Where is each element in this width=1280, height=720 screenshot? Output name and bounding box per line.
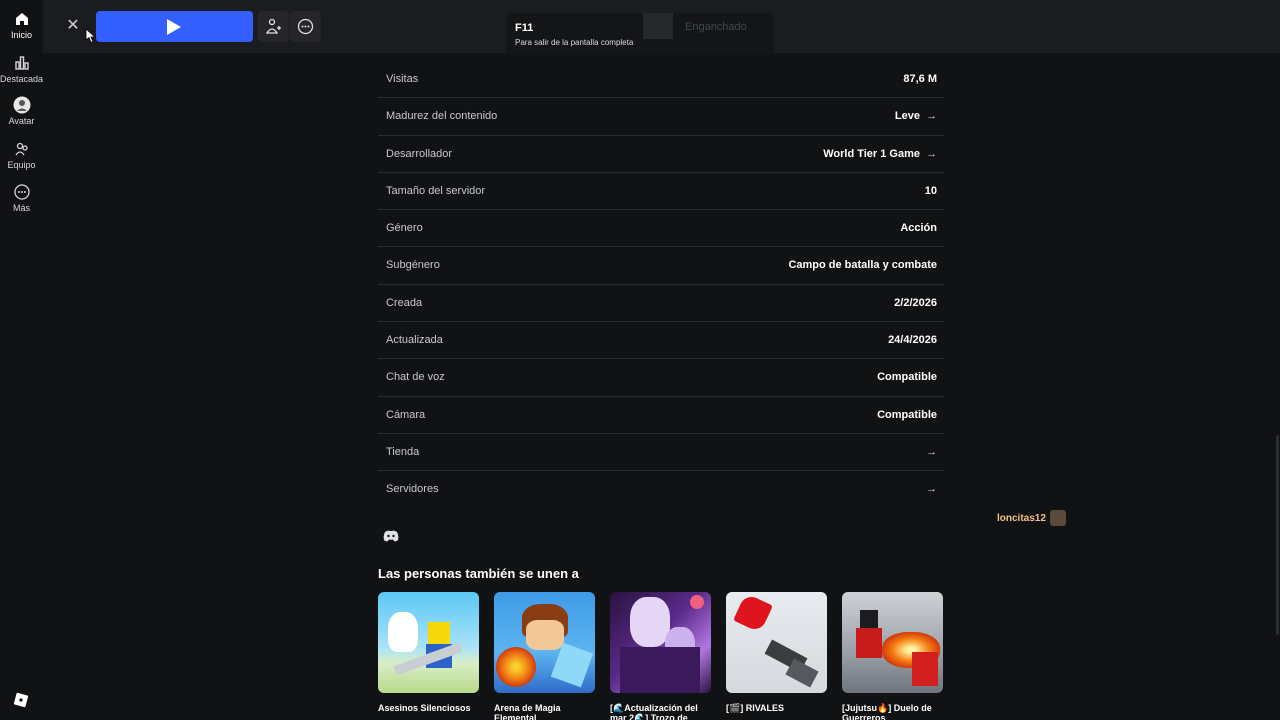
info-label: Tienda [386, 445, 420, 458]
chat-username[interactable]: loncitas12 [997, 513, 1046, 524]
nav-item-avatar[interactable]: Avatar [0, 96, 43, 126]
more-options-button[interactable] [290, 11, 321, 42]
info-row-chat-voz: Chat de voz Compatible [378, 359, 944, 397]
game-title: Asesinos Silenciosos [378, 703, 471, 713]
info-value: Campo de batalla y combate [788, 259, 937, 272]
scrollbar[interactable] [1276, 435, 1279, 635]
game-card[interactable]: Arena de Magia Elemental [494, 592, 595, 720]
info-label: Tamaño del servidor [386, 184, 486, 197]
chart-icon [14, 56, 29, 70]
arrow-right-icon: → [926, 445, 937, 458]
info-value[interactable]: World Tier 1 Game → [823, 148, 937, 160]
info-row-creada: Creada 2/2/2026 [378, 285, 944, 323]
info-row-visitas: Visitas 87,6 M [378, 61, 944, 99]
arrow-right-icon: → [926, 147, 937, 160]
info-row-madurez[interactable]: Madurez del contenido Leve → [378, 98, 944, 136]
info-row-tienda[interactable]: Tienda → [378, 434, 944, 472]
game-thumbnail[interactable] [494, 592, 595, 693]
game-thumbnail[interactable] [842, 592, 943, 693]
info-label: Género [386, 222, 423, 235]
discord-icon[interactable] [383, 530, 399, 542]
avatar-icon [13, 96, 30, 114]
info-row-servidores[interactable]: Servidores → [378, 471, 944, 508]
game-title: [🎬] RIVALES [726, 703, 785, 713]
info-label: Desarrollador [386, 147, 453, 160]
more-icon [13, 184, 30, 200]
nav-item-mas[interactable]: Más [0, 183, 43, 213]
nav-item-label: Más [12, 203, 30, 213]
nav-item-label: Equipo [7, 160, 36, 170]
play-icon [167, 19, 181, 35]
nav-item-destacadas[interactable]: Destacadas [0, 54, 43, 84]
game-thumbnail[interactable] [378, 592, 479, 693]
recommendations-title: Las personas también se unen a [378, 566, 579, 581]
info-label: Visitas [386, 73, 419, 85]
game-card[interactable]: [🎬] RIVALES [726, 592, 827, 720]
info-row-desarrollador[interactable]: Desarrollador World Tier 1 Game → [378, 136, 944, 173]
game-title: [Jujutsu🔥] Duelo de Guerreros [842, 703, 932, 720]
info-value: 2/2/2026 [894, 296, 937, 309]
mouse-cursor-icon [85, 28, 96, 44]
tooltip-key: F11 [515, 22, 534, 34]
info-label: Creada [386, 296, 423, 309]
game-thumbnail [643, 13, 673, 39]
info-label: Cámara [386, 408, 426, 421]
close-icon[interactable]: ✕ [64, 17, 82, 35]
nav-item-label: Avatar [8, 116, 35, 126]
game-card[interactable]: Asesinos Silenciosos [378, 592, 479, 720]
game-info-table: Visitas 87,6 M Madurez del contenido Lev… [378, 61, 944, 509]
arrow-right-icon: → [926, 110, 937, 123]
info-row-subgenero: Subgénero Campo de batalla y combate [378, 247, 944, 285]
info-value[interactable]: → [920, 483, 937, 495]
info-value: Compatible [877, 408, 937, 421]
party-icon [265, 18, 281, 34]
info-value[interactable]: Leve → [895, 110, 937, 122]
info-value: 24/4/2026 [888, 334, 937, 347]
tooltip-description: Para salir de la pantalla completa [515, 38, 634, 47]
game-title: Arena de Magia Elemental [494, 703, 561, 720]
game-thumbnail[interactable] [610, 592, 711, 693]
info-row-camara: Cámara Compatible [378, 397, 944, 434]
nav-item-equipo[interactable]: Equipo [0, 140, 43, 170]
info-label: Actualizada [386, 334, 443, 347]
tooltip-ghost-text: Enganchado [685, 21, 747, 33]
info-label: Servidores [386, 483, 439, 496]
party-button[interactable] [258, 11, 289, 42]
fullscreen-tooltip: Enganchado F11 Para salir de la pantalla… [507, 13, 773, 54]
info-value: Compatible [877, 371, 937, 384]
game-card[interactable]: [Jujutsu🔥] Duelo de Guerreros [842, 592, 943, 720]
nav-item-label: Destacadas [0, 74, 43, 84]
info-label: Chat de voz [386, 371, 445, 384]
home-icon [15, 13, 28, 25]
game-thumbnail[interactable] [726, 592, 827, 693]
game-title: [🌊Actualización del mar 2🌊] Trozo de [610, 703, 698, 720]
info-label: Madurez del contenido [386, 110, 498, 123]
nav-item-inicio[interactable]: Inicio [0, 10, 43, 40]
info-value: 10 [924, 184, 937, 197]
roblox-logo-icon[interactable] [13, 692, 29, 708]
info-value: 87,6 M [903, 73, 937, 85]
arrow-right-icon: → [926, 483, 937, 496]
left-nav-rail: Inicio Destacadas Avatar Equipo Más [0, 0, 43, 720]
nav-item-label: Inicio [10, 30, 32, 40]
chat-avatar [1050, 510, 1066, 526]
ellipsis-icon [297, 18, 314, 35]
team-icon [14, 142, 28, 156]
info-value[interactable]: → [920, 446, 937, 458]
play-button[interactable] [96, 11, 253, 42]
info-row-genero: Género Acción [378, 210, 944, 248]
info-label: Subgénero [386, 259, 440, 272]
info-row-actualizada: Actualizada 24/4/2026 [378, 322, 944, 360]
info-value: Acción [900, 222, 937, 235]
game-card[interactable]: [🌊Actualización del mar 2🌊] Trozo de [610, 592, 711, 720]
info-row-servidor: Tamaño del servidor 10 [378, 173, 944, 211]
